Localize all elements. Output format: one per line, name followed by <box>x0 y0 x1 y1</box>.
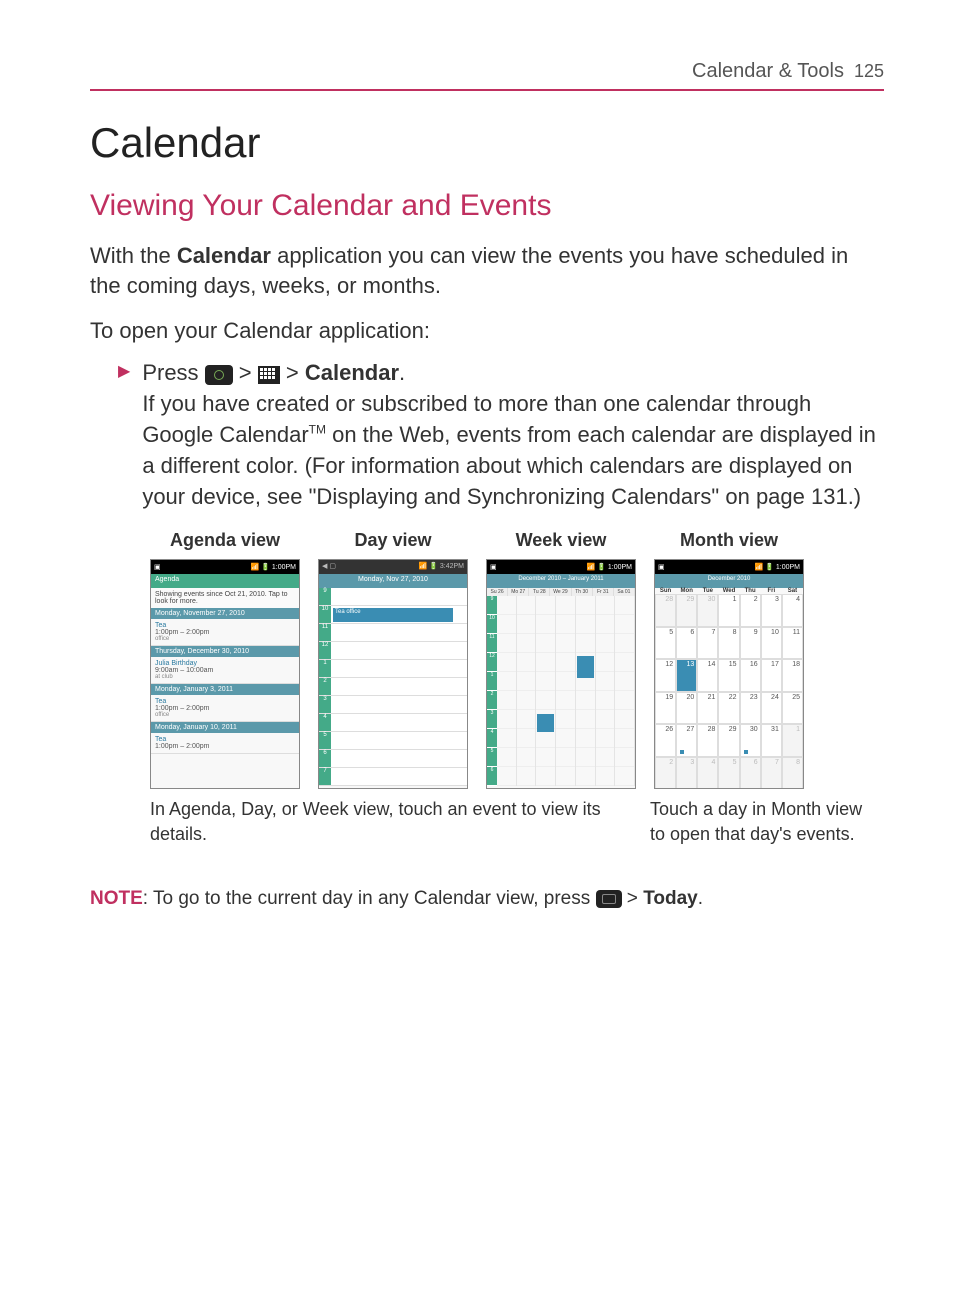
day-grid: Tea office 9 10 11 12 1 2 3 4 5 6 7 <box>319 588 467 786</box>
note-text-a: To go to the current day in any Calendar… <box>153 888 596 909</box>
agenda-event: Tea 1:00pm – 2:00pm <box>151 733 299 754</box>
manual-page: Calendar & Tools 125 Calendar Viewing Yo… <box>0 0 954 953</box>
day-event-block: Tea office <box>333 608 453 622</box>
note-paragraph: NOTE: To go to the current day in any Ca… <box>90 886 884 913</box>
note-gt: > <box>622 888 644 909</box>
day-view-label: Day view <box>354 530 431 551</box>
agenda-tab: Agenda <box>151 574 299 588</box>
week-event-block <box>577 656 594 678</box>
today-label: Today <box>643 888 698 909</box>
week-subhead: December 2010 – January 2011 <box>487 574 635 588</box>
day-tabs-icon: ◀ ▢ <box>322 562 336 572</box>
month-grid: 28 29 30 1 2 3 4 5 6 7 8 9 10 <box>655 594 803 789</box>
week-view-label: Week view <box>516 530 607 551</box>
agenda-view-column: Agenda view ▣ 📶 🔋 1:00PM Agenda Showing … <box>150 530 300 789</box>
open-app-heading: To open your Calendar application: <box>90 318 884 344</box>
status-right: 📶 🔋 1:00PM <box>754 563 800 571</box>
agenda-event: Julia Birthday 9:00am – 10:00am at club <box>151 657 299 684</box>
press-label: Press <box>142 360 204 385</box>
apps-grid-icon <box>258 366 280 384</box>
day-screenshot: ◀ ▢ 📶 🔋 3:42PM Monday, Nov 27, 2010 Tea … <box>318 559 468 789</box>
week-day-headers: Su 26 Mo 27 Tu 28 We 29 Th 30 Fr 31 Sa 0… <box>487 588 635 596</box>
month-view-column: Month view ▣ 📶 🔋 1:00PM December 2010 Su… <box>654 530 804 789</box>
status-right: 📶 🔋 1:00PM <box>250 563 296 571</box>
week-grid: 9101112123456 <box>487 596 635 786</box>
caption-left: In Agenda, Day, or Week view, touch an e… <box>150 797 610 846</box>
agenda-date-3: Monday, January 10, 2011 <box>151 722 299 733</box>
agenda-event: Tea 1:00pm – 2:00pm office <box>151 695 299 722</box>
agenda-date-1: Thursday, December 30, 2010 <box>151 646 299 657</box>
agenda-event: Tea 1:00pm – 2:00pm office <box>151 619 299 646</box>
step-dot: . <box>399 360 405 385</box>
header-page-number: 125 <box>854 61 884 82</box>
day-status-right: 📶 🔋 3:42PM <box>419 562 464 572</box>
step-body: Press > > Calendar. If you have created … <box>142 358 884 512</box>
gt-1: > <box>239 360 258 385</box>
agenda-screenshot: ▣ 📶 🔋 1:00PM Agenda Showing events since… <box>150 559 300 789</box>
agenda-date-0: Monday, November 27, 2010 <box>151 608 299 619</box>
day-subhead: Monday, Nov 27, 2010 <box>319 574 467 588</box>
calendar-app-label: Calendar <box>305 360 399 385</box>
intro-paragraph: With the Calendar application you can vi… <box>90 241 884 300</box>
week-view-column: Week view ▣ 📶 🔋 1:00PM December 2010 – J… <box>486 530 636 789</box>
status-right: 📶 🔋 1:00PM <box>586 563 632 571</box>
status-bar: ▣ 📶 🔋 1:00PM <box>487 560 635 574</box>
caption-right: Touch a day in Month view to open that d… <box>650 797 880 846</box>
month-view-label: Month view <box>680 530 778 551</box>
home-key-icon <box>205 365 233 385</box>
header-section: Calendar & Tools <box>692 60 844 83</box>
page-header: Calendar & Tools 125 <box>90 60 884 91</box>
week-event-block <box>537 714 554 732</box>
month-subhead: December 2010 <box>655 574 803 588</box>
page-subtitle: Viewing Your Calendar and Events <box>90 189 884 223</box>
agenda-date-2: Monday, January 3, 2011 <box>151 684 299 695</box>
day-status: ◀ ▢ 📶 🔋 3:42PM <box>319 560 467 574</box>
intro-app-name: Calendar <box>177 243 271 268</box>
agenda-view-label: Agenda view <box>170 530 280 551</box>
status-bar: ▣ 📶 🔋 1:00PM <box>151 560 299 574</box>
day-view-column: Day view ◀ ▢ 📶 🔋 3:42PM Monday, Nov 27, … <box>318 530 468 789</box>
note-label: NOTE <box>90 888 143 909</box>
trademark-symbol: TM <box>309 423 326 437</box>
bullet-arrow-icon: ▶ <box>118 358 130 512</box>
status-bar: ▣ 📶 🔋 1:00PM <box>655 560 803 574</box>
status-left-icon: ▣ <box>658 563 665 571</box>
step-item: ▶ Press > > Calendar. If you have create… <box>90 358 884 512</box>
views-row: Agenda view ▣ 📶 🔋 1:00PM Agenda Showing … <box>150 530 884 789</box>
note-sep: : <box>143 888 153 909</box>
status-left-icon: ▣ <box>154 563 161 571</box>
status-left-icon: ▣ <box>490 563 497 571</box>
captions-row: In Agenda, Day, or Week view, touch an e… <box>150 797 884 846</box>
menu-key-icon <box>596 890 622 908</box>
agenda-info: Showing events since Oct 21, 2010. Tap t… <box>151 588 299 608</box>
page-title: Calendar <box>90 119 884 167</box>
month-screenshot: ▣ 📶 🔋 1:00PM December 2010 Sun Mon Tue W… <box>654 559 804 789</box>
week-screenshot: ▣ 📶 🔋 1:00PM December 2010 – January 201… <box>486 559 636 789</box>
gt-2: > <box>286 360 305 385</box>
note-dot: . <box>698 888 703 909</box>
intro-pre: With the <box>90 243 177 268</box>
